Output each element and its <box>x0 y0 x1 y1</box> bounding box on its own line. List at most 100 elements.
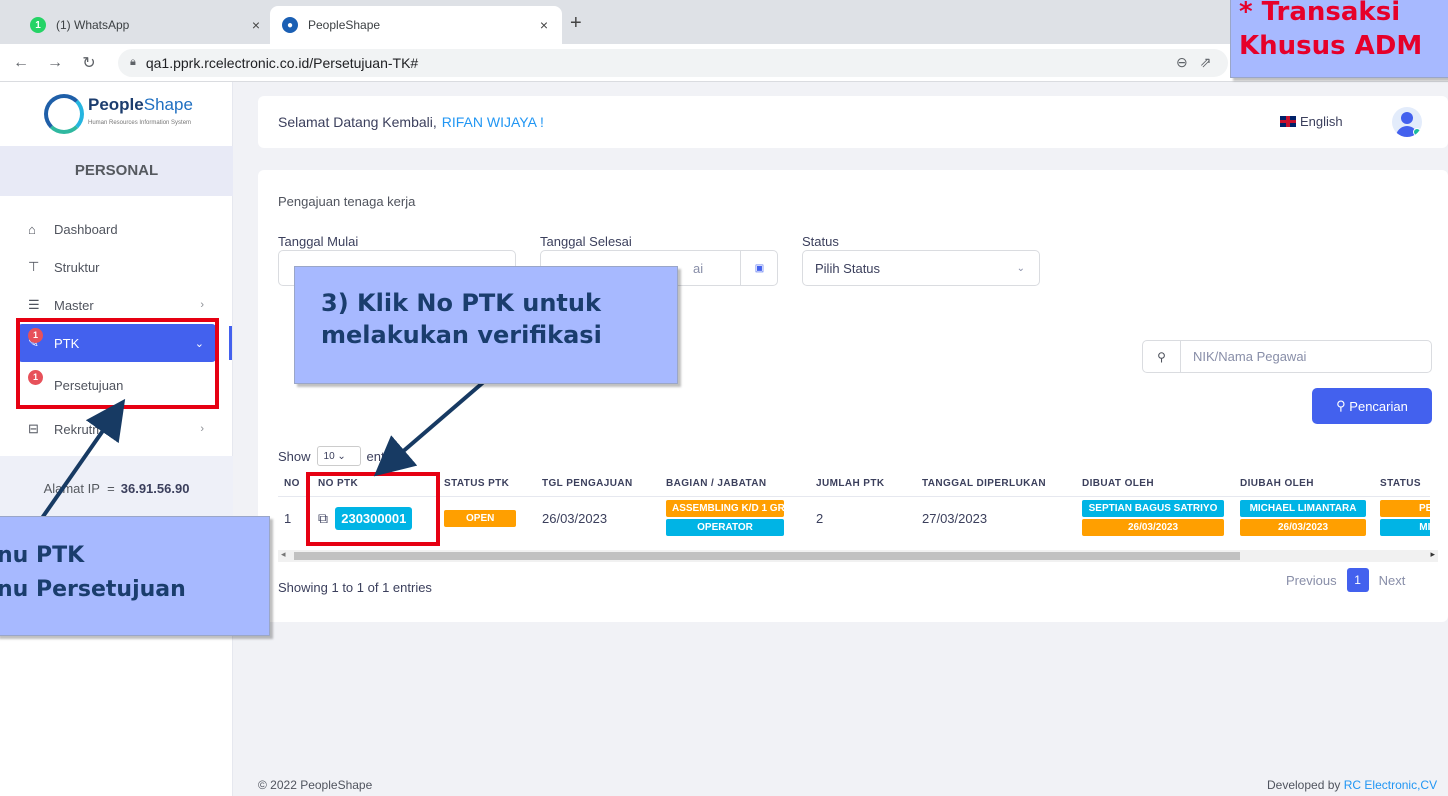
jabatan-badge: OPERATOR <box>666 519 784 537</box>
next-button[interactable]: Next <box>1379 573 1406 588</box>
col-header[interactable]: TANGGAL DIPERLUKAN <box>916 472 1076 497</box>
avatar[interactable] <box>1392 107 1422 137</box>
col-header[interactable]: DIUBAH OLEH <box>1234 472 1374 497</box>
col-header[interactable]: DIBUAT OLEH <box>1076 472 1234 497</box>
highlight-box-no-ptk <box>306 472 440 546</box>
database-icon: ☰ <box>28 297 40 312</box>
main-content: Pengajuan tenaga kerja Tanggal Mulai Tan… <box>258 170 1448 622</box>
sidebar-item-label: Rekrutmen <box>54 421 118 437</box>
url-text: qa1.pprk.rcelectronic.co.id/Persetujuan-… <box>145 54 419 71</box>
scroll-right-icon[interactable]: ▸ <box>1430 549 1435 560</box>
scrollbar-thumb[interactable] <box>294 552 1240 560</box>
sidebar: PeopleShape Human Resources Information … <box>0 82 233 796</box>
cell-diubah-oleh: MICHAEL LIMANTARA 26/03/2023 <box>1234 496 1374 540</box>
sitemap-icon: ⊤ <box>28 259 40 274</box>
sidebar-item-label: Struktur <box>54 259 100 275</box>
search-icon: ⚲ <box>1143 341 1181 372</box>
highlight-box-ptk-menu <box>16 318 219 409</box>
ip-separator: = <box>107 480 115 496</box>
col-header[interactable]: TGL PENGAJUAN <box>536 472 660 497</box>
status-label: Status <box>802 234 839 249</box>
language-label: English <box>1300 114 1343 129</box>
status-badge: PERSET <box>1380 500 1430 518</box>
tab-whatsapp[interactable]: 1 (1) WhatsApp × <box>18 6 274 44</box>
tab-title: (1) WhatsApp <box>56 18 130 32</box>
showing-info: Showing 1 to 1 of 1 entries <box>278 580 432 595</box>
cell-tgl-pengajuan: 26/03/2023 <box>542 510 608 526</box>
welcome-text: Selamat Datang Kembali, <box>278 114 437 130</box>
welcome-header: Selamat Datang Kembali, RIFAN WIJAYA ! E… <box>258 96 1448 148</box>
previous-button[interactable]: Previous <box>1286 573 1337 588</box>
sidebar-item-label: Master <box>54 297 94 313</box>
reload-icon[interactable]: ↻ <box>76 53 102 73</box>
uk-flag-icon <box>1280 116 1296 127</box>
logo-tagline: Human Resources Information System <box>88 120 192 126</box>
col-header[interactable]: JUMLAH PTK <box>810 472 916 497</box>
page-title: Pengajuan tenaga kerja <box>278 194 416 209</box>
url-field[interactable]: 🔒︎ qa1.pprk.rcelectronic.co.id/Persetuju… <box>118 48 1228 77</box>
table-row: 1 ⧉ 230300001 OPEN 26/03/2023 ASSEMBLING… <box>278 496 1430 540</box>
sidebar-item-rekrutmen[interactable]: ⊟ Rekrutmen › <box>18 410 216 448</box>
ip-address-row: Alamat IP = 36.91.56.90 <box>0 456 233 520</box>
table-header-row: NO NO PTK STATUS PTK TGL PENGAJUAN BAGIA… <box>278 472 1430 497</box>
online-status-icon <box>1413 128 1421 136</box>
sidebar-item-struktur[interactable]: ⊤ Struktur <box>18 248 216 286</box>
modified-date-badge: 26/03/2023 <box>1240 519 1366 537</box>
tab-peopleshape[interactable]: ● PeopleShape × <box>270 6 562 44</box>
calendar-icon[interactable]: ▣ <box>740 250 778 286</box>
section-title: PERSONAL <box>0 146 233 196</box>
ip-label: Alamat IP <box>43 480 100 496</box>
chevron-right-icon: › <box>200 423 204 435</box>
developer-link[interactable]: RC Electronic,CV <box>1344 778 1437 792</box>
logo-name-rest: Shape <box>143 95 193 114</box>
callout-menu-instruction: nu PTK nu Persetujuan <box>0 516 270 636</box>
search-button[interactable]: ⚲ Pencarian <box>1312 388 1432 424</box>
tab-title: PeopleShape <box>308 18 381 32</box>
language-selector[interactable]: English <box>1280 114 1343 129</box>
peopleshape-icon: ● <box>282 17 298 33</box>
user-name: RIFAN WIJAYA ! <box>441 114 544 130</box>
status-select[interactable]: Pilih Status ⌄ <box>802 250 1040 286</box>
logo[interactable]: PeopleShape Human Resources Information … <box>44 90 204 138</box>
close-tab-icon[interactable]: × <box>540 17 548 33</box>
forward-icon[interactable]: → <box>42 54 68 72</box>
search-placeholder: NIK/Nama Pegawai <box>1193 349 1307 364</box>
ptk-table: NO NO PTK STATUS PTK TGL PENGAJUAN BAGIA… <box>278 472 1430 540</box>
show-entries: Show 10 ⌄ entries <box>278 446 406 466</box>
close-tab-icon[interactable]: × <box>252 17 260 33</box>
cell-tanggal-diperlukan: 27/03/2023 <box>922 510 988 526</box>
back-icon[interactable]: ← <box>8 54 34 72</box>
col-header[interactable]: BAGIAN / JABATAN <box>660 472 810 497</box>
horizontal-scrollbar[interactable]: ◂ ▸ <box>278 549 1438 562</box>
ip-value: 36.91.56.90 <box>120 480 190 496</box>
col-header[interactable]: STATUS <box>1374 472 1430 497</box>
chevron-right-icon: › <box>200 299 204 311</box>
cell-jumlah: 2 <box>816 510 824 526</box>
logo-name-bold: People <box>88 95 144 114</box>
created-date-badge: 26/03/2023 <box>1082 519 1224 537</box>
cell-dibuat-oleh: SEPTIAN BAGUS SATRIYO 26/03/2023 <box>1076 496 1234 540</box>
creator-badge: SEPTIAN BAGUS SATRIYO <box>1082 500 1224 518</box>
sidebar-item-label: Dashboard <box>54 221 118 237</box>
chevron-down-icon: ⌄ <box>1016 262 1025 274</box>
callout-step-3: 3) Klik No PTK untuk melakukan verifikas… <box>294 266 678 384</box>
cell-status: PERSET MICHAE <box>1374 496 1430 540</box>
cell-status-ptk: OPEN <box>438 496 536 540</box>
whatsapp-icon: 1 <box>30 17 46 33</box>
start-date-label: Tanggal Mulai <box>278 234 359 249</box>
end-date-label: Tanggal Selesai <box>540 234 632 249</box>
page-1-button[interactable]: 1 <box>1346 568 1369 592</box>
zoom-icon[interactable]: ⊖⇗ <box>1176 54 1223 71</box>
footer-developer: Developed by RC Electronic,CV <box>1267 778 1438 792</box>
briefcase-icon: ⊟ <box>28 421 39 436</box>
home-icon: ⌂ <box>28 221 36 237</box>
col-header[interactable]: STATUS PTK <box>438 472 536 497</box>
entries-select[interactable]: 10 ⌄ <box>316 446 361 466</box>
sidebar-item-dashboard[interactable]: ⌂ Dashboard <box>18 210 216 248</box>
bagian-badge: ASSEMBLING K/D 1 GRP <box>666 500 791 518</box>
search-field[interactable]: ⚲ NIK/Nama Pegawai <box>1142 340 1432 373</box>
scroll-left-icon[interactable]: ◂ <box>281 549 286 560</box>
logo-mark-icon <box>44 94 84 134</box>
search-icon: ⚲ <box>1336 398 1350 413</box>
new-tab-button[interactable]: + <box>570 12 582 35</box>
